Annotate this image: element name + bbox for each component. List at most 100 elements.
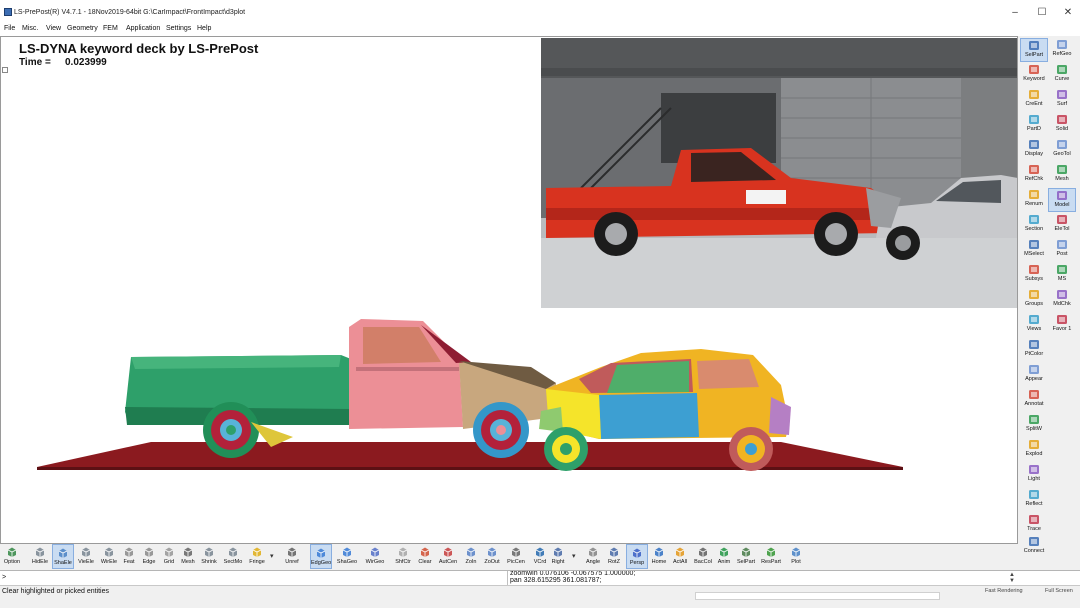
edge-geometry-icon [316, 548, 326, 558]
panel-btn-ptcolor[interactable]: PtColor [1020, 338, 1048, 362]
menu-file[interactable]: File [4, 25, 15, 32]
toolbar-btn-plot[interactable]: Plot [785, 544, 807, 569]
command-scroll-arrows[interactable]: ▲ ▼ [1008, 572, 1016, 584]
panel-btn-favor-1[interactable]: Favor 1 [1048, 313, 1076, 337]
panel-btn-refchk[interactable]: RefChk [1020, 163, 1048, 187]
panel-btn-mselect[interactable]: MSelect [1020, 238, 1048, 262]
panel-btn-label: Solid [1055, 126, 1069, 132]
toolbar-btn-hidele[interactable]: HidEle [29, 544, 51, 569]
toolbar-btn-clear[interactable]: Clear [414, 544, 436, 569]
feature-icon [124, 547, 134, 557]
toolbar-btn-angle[interactable]: Angle [582, 544, 604, 569]
toolbar-btn-baccol[interactable]: BacCol [692, 544, 714, 569]
menu-fem[interactable]: FEM [103, 25, 118, 32]
command-output-line: pan 328.615295 361.081787; [510, 576, 602, 584]
panel-btn-label: RefGeo [1052, 51, 1072, 57]
panel-btn-post[interactable]: Post [1048, 238, 1076, 262]
chevron-down-icon[interactable]: ▾ [572, 552, 576, 560]
panel-btn-ms[interactable]: MS [1048, 263, 1076, 287]
toolbar-btn-selpart[interactable]: SelPart [735, 544, 757, 569]
panel-btn-subsys[interactable]: Subsys [1020, 263, 1048, 287]
panel-btn-selpart[interactable]: SelPart [1020, 38, 1048, 62]
toolbar-btn-actall[interactable]: ActAll [669, 544, 691, 569]
command-input[interactable] [0, 571, 508, 585]
panel-btn-groups[interactable]: Groups [1020, 288, 1048, 312]
panel-btn-display[interactable]: Display [1020, 138, 1048, 162]
toolbar-btn-feat[interactable]: Feat [118, 544, 140, 569]
toolbar-btn-edggeo[interactable]: EdgGeo [310, 544, 332, 569]
panel-btn-model[interactable]: Model [1048, 188, 1076, 212]
chevron-down-icon[interactable]: ▾ [270, 552, 274, 560]
toolbar-btn-home[interactable]: Home [648, 544, 670, 569]
panel-btn-creent[interactable]: CreEnt [1020, 88, 1048, 112]
toolbar-btn-piccen[interactable]: PicCen [505, 544, 527, 569]
toolbar-btn-persp[interactable]: Persp [626, 544, 648, 569]
panel-btn-keyword[interactable]: Keyword [1020, 63, 1048, 87]
animation-icon [719, 547, 729, 557]
menu-geometry[interactable]: Geometry [67, 25, 98, 32]
minimize-button[interactable]: – [1005, 6, 1025, 20]
panel-btn-light[interactable]: Light [1020, 463, 1048, 487]
toolbar-btn-shfctr[interactable]: ShfCtr [392, 544, 414, 569]
curve-icon [1057, 65, 1067, 74]
panel-btn-partd[interactable]: PartD [1020, 113, 1048, 137]
toolbar-btn-option[interactable]: Option [1, 544, 23, 569]
toolbar-btn-edge[interactable]: Edge [138, 544, 160, 569]
panel-btn-solid[interactable]: Solid [1048, 113, 1076, 137]
panel-btn-mdchk[interactable]: MdChk [1048, 288, 1076, 312]
panel-btn-reflect[interactable]: Reflect [1020, 488, 1048, 512]
toolbar-btn-unref[interactable]: Unref [281, 544, 303, 569]
panel-btn-geotol[interactable]: GeoTol [1048, 138, 1076, 162]
panel-btn-refgeo[interactable]: RefGeo [1048, 38, 1076, 62]
toolbar-btn-anim[interactable]: Anim [713, 544, 735, 569]
toolbar-btn-shageo[interactable]: ShaGeo [336, 544, 358, 569]
toolbar-btn-fringe[interactable]: Fringe [246, 544, 268, 569]
menu-help[interactable]: Help [197, 25, 211, 32]
panel-btn-appear[interactable]: Appear [1020, 363, 1048, 387]
panel-btn-views[interactable]: Views [1020, 313, 1048, 337]
full-screen-toggle[interactable]: Full Screen [1045, 588, 1080, 597]
panel-btn-surf[interactable]: Surf [1048, 88, 1076, 112]
toolbar-btn-wirele[interactable]: WirEle [98, 544, 120, 569]
toolbar-btn-wirgeo[interactable]: WirGeo [364, 544, 386, 569]
connect-icon [1029, 537, 1039, 546]
close-button[interactable]: ✕ [1058, 6, 1078, 20]
menu-settings[interactable]: Settings [166, 25, 191, 32]
panel-btn-label: SplitW [1026, 426, 1042, 432]
panel-btn-connect[interactable]: Connect [1020, 535, 1048, 559]
reflect-icon [1029, 490, 1039, 499]
menu-view[interactable]: View [46, 25, 61, 32]
toolbar-btn-mesh[interactable]: Mesh [177, 544, 199, 569]
toolbar-btn-label: EdgGeo [311, 560, 332, 566]
toolbar-btn-shaele[interactable]: ShaEle [52, 544, 74, 569]
panel-btn-splitw[interactable]: SplitW [1020, 413, 1048, 437]
toolbar-btn-autcen[interactable]: AutCen [437, 544, 459, 569]
toolbar-btn-vieele[interactable]: VieEle [75, 544, 97, 569]
toolbar-btn-zoout[interactable]: ZoOut [481, 544, 503, 569]
panel-btn-renum[interactable]: Renum [1020, 188, 1048, 212]
toolbar-btn-label: Edge [142, 559, 156, 565]
toolbar-btn-zoin[interactable]: ZoIn [460, 544, 482, 569]
panel-btn-section[interactable]: Section [1020, 213, 1048, 237]
appearance-icon [1029, 365, 1039, 374]
panel-btn-annotat[interactable]: Annotat [1020, 388, 1048, 412]
panel-btn-curve[interactable]: Curve [1048, 63, 1076, 87]
toolbar-btn-respart[interactable]: ResPart [760, 544, 782, 569]
menu-misc[interactable]: Misc. [22, 25, 38, 32]
maximize-button[interactable]: ☐ [1032, 6, 1052, 20]
panel-btn-trace[interactable]: Trace [1020, 513, 1048, 537]
panel-btn-explod[interactable]: Explod [1020, 438, 1048, 462]
panel-btn-mesh[interactable]: Mesh [1048, 163, 1076, 187]
toolbar-btn-sectmo[interactable]: SectMo [222, 544, 244, 569]
status-bar: Clear highlighted or picked entities Fas… [0, 585, 1080, 608]
menu-application[interactable]: Application [126, 25, 160, 32]
panel-btn-eletol[interactable]: EleTol [1048, 213, 1076, 237]
toolbar-btn-right[interactable]: Right [547, 544, 569, 569]
graphics-viewport[interactable]: LS-DYNA keyword deck by LS-PrePost Time … [0, 36, 1018, 544]
toolbar-btn-label: Option [3, 559, 21, 565]
renumber-icon [1029, 190, 1039, 199]
toolbar-btn-shrink[interactable]: Shrink [198, 544, 220, 569]
toolbar-btn-label: Persp [629, 560, 645, 566]
fast-rendering-toggle[interactable]: Fast Rendering [985, 588, 1041, 597]
toolbar-btn-rotz[interactable]: RotZ [603, 544, 625, 569]
